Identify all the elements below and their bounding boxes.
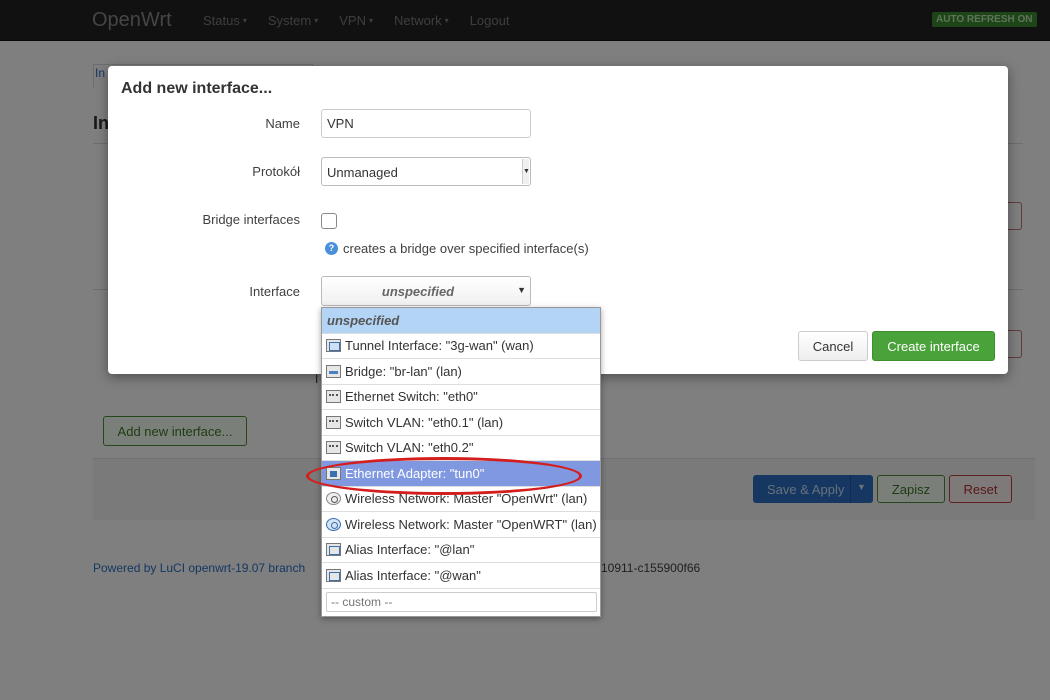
bridge-label: Bridge interfaces <box>202 212 300 227</box>
option-label: Wireless Network: Master "OpenWRT" (lan) <box>345 516 597 532</box>
interface-value: unspecified <box>381 284 455 299</box>
option-label: Alias Interface: "@wan" <box>345 567 481 583</box>
interface-label: Interface <box>249 284 300 299</box>
bridge-icon <box>326 364 341 378</box>
switch-icon <box>326 441 341 455</box>
bridge-help: ? creates a bridge over specified interf… <box>325 241 589 256</box>
option-vlan-eth0-1[interactable]: Switch VLAN: "eth0.1" (lan) <box>322 410 600 436</box>
option-label: Wireless Network: Master "OpenWrt" (lan) <box>345 491 588 507</box>
alias-icon <box>326 568 341 582</box>
wifi-icon <box>326 492 341 506</box>
option-vlan-eth0-2[interactable]: Switch VLAN: "eth0.2" <box>322 436 600 461</box>
option-label: Tunnel Interface: "3g-wan" (wan) <box>345 338 534 354</box>
protocol-select[interactable]: Unmanaged ▼ <box>321 157 531 186</box>
tunnel-icon <box>326 339 341 353</box>
protocol-label: Protokół <box>252 164 300 179</box>
bridge-checkbox[interactable] <box>321 213 337 229</box>
option-label: unspecified <box>327 312 400 328</box>
option-label: Ethernet Adapter: "tun0" <box>345 465 485 481</box>
option-label: Switch VLAN: "eth0.2" <box>345 440 474 456</box>
dialog-title: Add new interface... <box>121 80 273 97</box>
option-label: Alias Interface: "@lan" <box>345 542 475 558</box>
name-input[interactable] <box>321 109 531 138</box>
interface-dropdown-list: unspecified Tunnel Interface: "3g-wan" (… <box>321 307 601 617</box>
protocol-value: Unmanaged <box>327 165 398 180</box>
option-tunnel-3g-wan[interactable]: Tunnel Interface: "3g-wan" (wan) <box>322 334 600 359</box>
option-alias-lan[interactable]: Alias Interface: "@lan" <box>322 538 600 563</box>
option-bridge-br-lan[interactable]: Bridge: "br-lan" (lan) <box>322 359 600 385</box>
chevron-down-icon: ▼ <box>517 285 526 295</box>
option-unspecified[interactable]: unspecified <box>322 308 600 334</box>
create-interface-button[interactable]: Create interface <box>872 331 995 361</box>
option-wifi-openwrt[interactable]: Wireless Network: Master "OpenWrt" (lan) <box>322 487 600 512</box>
switch-icon <box>326 415 341 429</box>
custom-interface-input[interactable] <box>326 592 597 612</box>
bridge-help-text: creates a bridge over specified interfac… <box>343 241 589 256</box>
name-label: Name <box>265 116 300 131</box>
option-label: Bridge: "br-lan" (lan) <box>345 363 462 379</box>
help-icon: ? <box>325 242 338 255</box>
option-wifi-openwrt-2[interactable]: Wireless Network: Master "OpenWRT" (lan) <box>322 512 600 538</box>
ethernet-adapter-icon <box>326 466 341 480</box>
option-label: Ethernet Switch: "eth0" <box>345 389 478 405</box>
option-adapter-tun0[interactable]: Ethernet Adapter: "tun0" <box>322 461 600 487</box>
wifi-icon <box>326 517 341 531</box>
alias-icon <box>326 543 341 557</box>
switch-icon <box>326 390 341 404</box>
cancel-button[interactable]: Cancel <box>798 331 868 361</box>
interface-select[interactable]: unspecified ▼ <box>321 276 531 306</box>
option-label: Switch VLAN: "eth0.1" (lan) <box>345 414 504 430</box>
option-switch-eth0[interactable]: Ethernet Switch: "eth0" <box>322 385 600 410</box>
chevron-down-icon: ▼ <box>522 159 530 184</box>
option-alias-wan[interactable]: Alias Interface: "@wan" <box>322 563 600 589</box>
